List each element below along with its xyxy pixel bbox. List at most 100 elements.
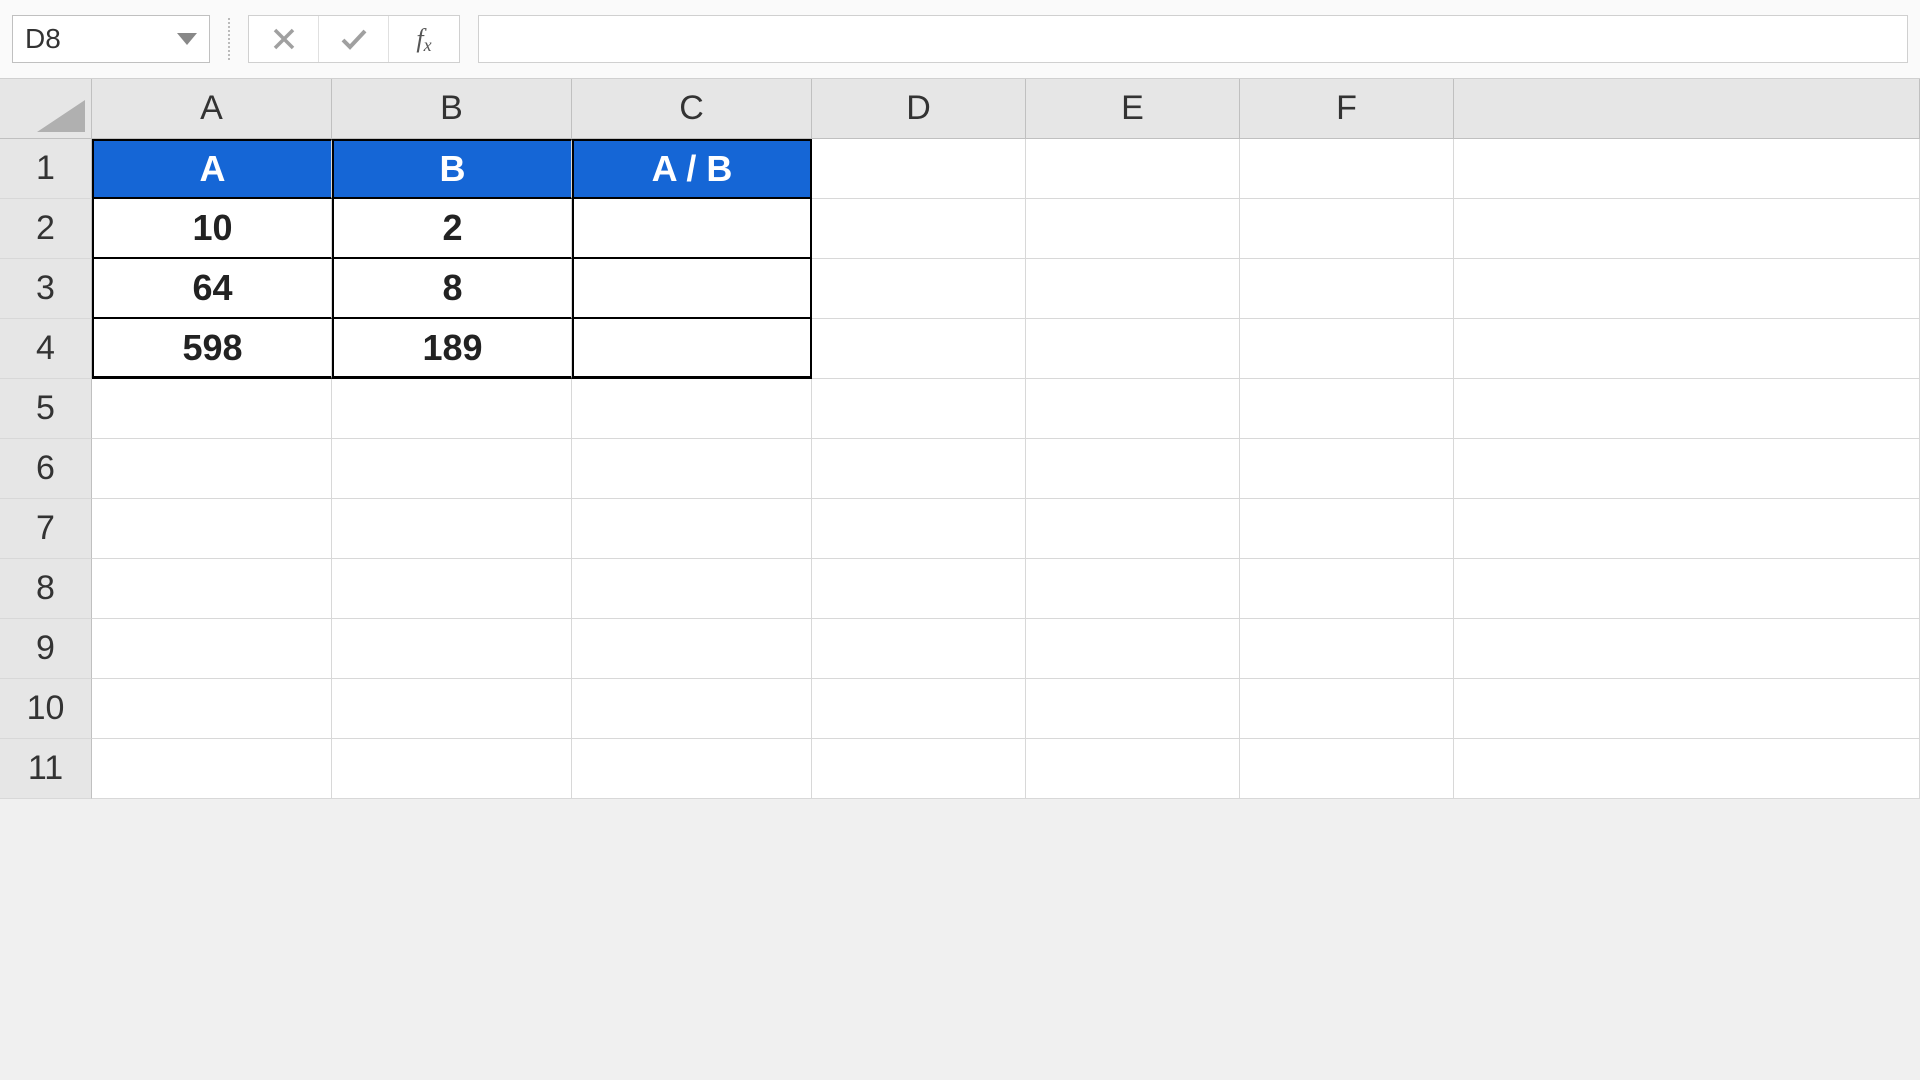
- cell-B5[interactable]: [332, 379, 572, 439]
- cell-C10[interactable]: [572, 679, 812, 739]
- cell-F6[interactable]: [1240, 439, 1454, 499]
- cell-A8[interactable]: [92, 559, 332, 619]
- col-header-b[interactable]: B: [332, 79, 572, 139]
- cell-A3[interactable]: 64: [92, 259, 332, 319]
- cell-D2[interactable]: [812, 199, 1026, 259]
- cell-A7[interactable]: [92, 499, 332, 559]
- cell-E11[interactable]: [1026, 739, 1240, 799]
- formula-input[interactable]: [478, 15, 1908, 63]
- cell-B8[interactable]: [332, 559, 572, 619]
- cell-D9[interactable]: [812, 619, 1026, 679]
- cell-F1[interactable]: [1240, 139, 1454, 199]
- row-header-3[interactable]: 3: [0, 259, 92, 319]
- row-header-1[interactable]: 1: [0, 139, 92, 199]
- cell-E9[interactable]: [1026, 619, 1240, 679]
- cell-A2[interactable]: 10: [92, 199, 332, 259]
- cell-F9[interactable]: [1240, 619, 1454, 679]
- cell-A10[interactable]: [92, 679, 332, 739]
- col-header-c[interactable]: C: [572, 79, 812, 139]
- cell-D4[interactable]: [812, 319, 1026, 379]
- cell-blank[interactable]: [1454, 439, 1920, 499]
- cell-B9[interactable]: [332, 619, 572, 679]
- cell-E7[interactable]: [1026, 499, 1240, 559]
- cell-A5[interactable]: [92, 379, 332, 439]
- cell-B4[interactable]: 189: [332, 319, 572, 379]
- cell-D5[interactable]: [812, 379, 1026, 439]
- cell-C4[interactable]: [572, 319, 812, 379]
- cell-blank[interactable]: [1454, 679, 1920, 739]
- cell-C2[interactable]: [572, 199, 812, 259]
- cell-E1[interactable]: [1026, 139, 1240, 199]
- row-header-9[interactable]: 9: [0, 619, 92, 679]
- row-header-5[interactable]: 5: [0, 379, 92, 439]
- cell-B10[interactable]: [332, 679, 572, 739]
- cell-F11[interactable]: [1240, 739, 1454, 799]
- cell-B3[interactable]: 8: [332, 259, 572, 319]
- cell-blank[interactable]: [1454, 259, 1920, 319]
- cell-blank[interactable]: [1454, 739, 1920, 799]
- cell-blank[interactable]: [1454, 319, 1920, 379]
- cell-E2[interactable]: [1026, 199, 1240, 259]
- cell-D7[interactable]: [812, 499, 1026, 559]
- cell-C9[interactable]: [572, 619, 812, 679]
- name-box-value: D8: [25, 23, 61, 55]
- cell-blank[interactable]: [1454, 139, 1920, 199]
- cell-B6[interactable]: [332, 439, 572, 499]
- cell-C7[interactable]: [572, 499, 812, 559]
- cell-F10[interactable]: [1240, 679, 1454, 739]
- cell-F3[interactable]: [1240, 259, 1454, 319]
- col-header-f[interactable]: F: [1240, 79, 1454, 139]
- name-box[interactable]: D8: [12, 15, 210, 63]
- row-header-2[interactable]: 2: [0, 199, 92, 259]
- col-header-a[interactable]: A: [92, 79, 332, 139]
- cell-F5[interactable]: [1240, 379, 1454, 439]
- cell-blank[interactable]: [1454, 379, 1920, 439]
- cell-D11[interactable]: [812, 739, 1026, 799]
- cell-C6[interactable]: [572, 439, 812, 499]
- cell-C8[interactable]: [572, 559, 812, 619]
- cell-E10[interactable]: [1026, 679, 1240, 739]
- cell-D10[interactable]: [812, 679, 1026, 739]
- cell-D1[interactable]: [812, 139, 1026, 199]
- cell-F7[interactable]: [1240, 499, 1454, 559]
- col-header-e[interactable]: E: [1026, 79, 1240, 139]
- cell-B2[interactable]: 2: [332, 199, 572, 259]
- cell-blank[interactable]: [1454, 559, 1920, 619]
- cell-E3[interactable]: [1026, 259, 1240, 319]
- cell-blank[interactable]: [1454, 199, 1920, 259]
- row-header-6[interactable]: 6: [0, 439, 92, 499]
- row-header-11[interactable]: 11: [0, 739, 92, 799]
- cell-blank[interactable]: [1454, 499, 1920, 559]
- cell-C3[interactable]: [572, 259, 812, 319]
- insert-function-button[interactable]: fx: [389, 16, 459, 62]
- row-header-7[interactable]: 7: [0, 499, 92, 559]
- cell-A4[interactable]: 598: [92, 319, 332, 379]
- cell-B7[interactable]: [332, 499, 572, 559]
- cell-F2[interactable]: [1240, 199, 1454, 259]
- cell-B11[interactable]: [332, 739, 572, 799]
- row-header-8[interactable]: 8: [0, 559, 92, 619]
- cell-C5[interactable]: [572, 379, 812, 439]
- cell-E6[interactable]: [1026, 439, 1240, 499]
- cell-E4[interactable]: [1026, 319, 1240, 379]
- cell-D3[interactable]: [812, 259, 1026, 319]
- col-header-d[interactable]: D: [812, 79, 1026, 139]
- select-all-corner[interactable]: [0, 79, 92, 139]
- cell-A6[interactable]: [92, 439, 332, 499]
- cell-blank[interactable]: [1454, 619, 1920, 679]
- cell-C11[interactable]: [572, 739, 812, 799]
- chevron-down-icon[interactable]: [177, 33, 197, 45]
- cell-F4[interactable]: [1240, 319, 1454, 379]
- cell-A11[interactable]: [92, 739, 332, 799]
- cell-D6[interactable]: [812, 439, 1026, 499]
- row-header-10[interactable]: 10: [0, 679, 92, 739]
- cell-D8[interactable]: [812, 559, 1026, 619]
- cell-E5[interactable]: [1026, 379, 1240, 439]
- cell-F8[interactable]: [1240, 559, 1454, 619]
- cell-A9[interactable]: [92, 619, 332, 679]
- cell-E8[interactable]: [1026, 559, 1240, 619]
- row-header-4[interactable]: 4: [0, 319, 92, 379]
- cell-B1[interactable]: B: [332, 139, 572, 199]
- cell-C1[interactable]: A / B: [572, 139, 812, 199]
- cell-A1[interactable]: A: [92, 139, 332, 199]
